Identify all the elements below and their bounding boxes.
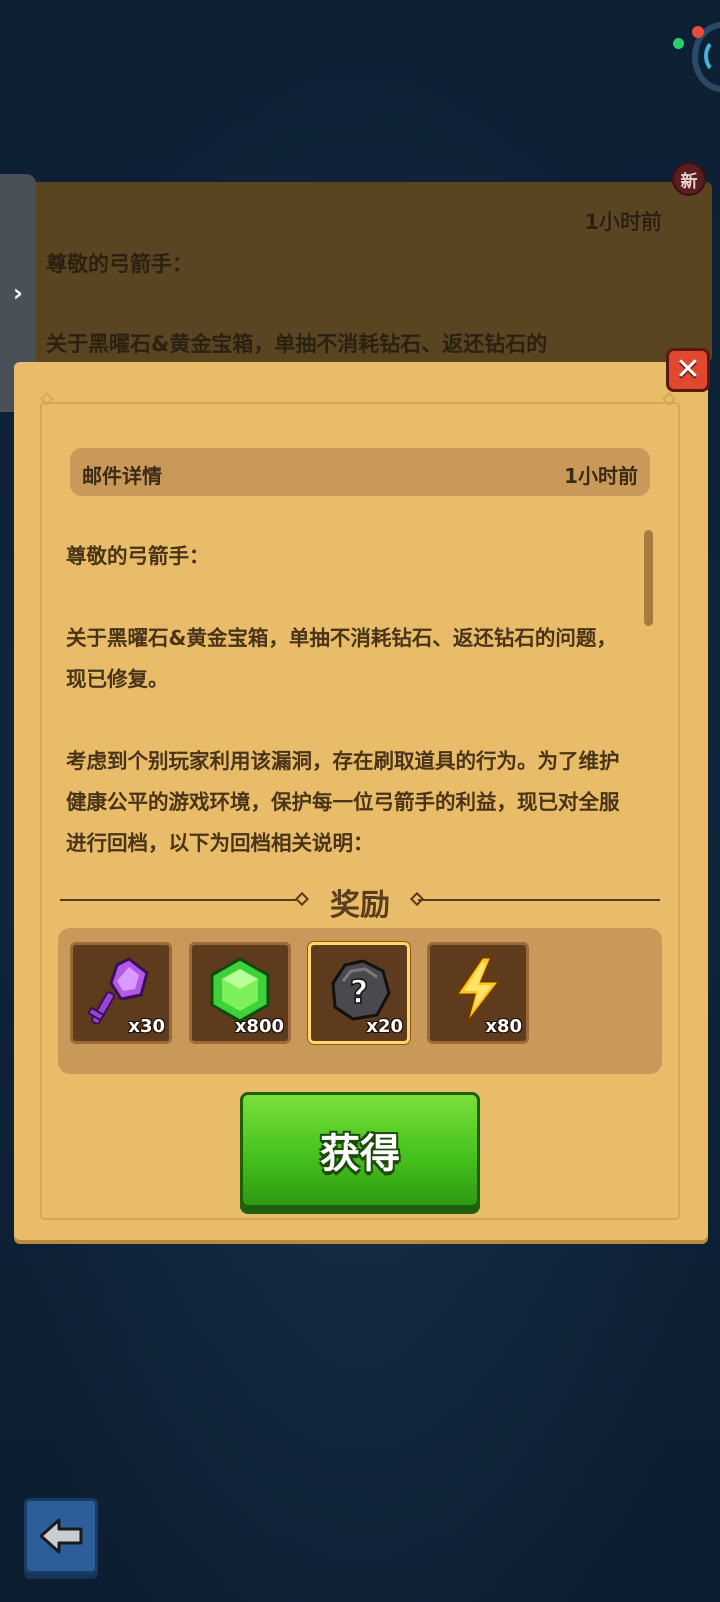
chevron-right-icon: › [13, 279, 23, 307]
back-arrow-icon [39, 1518, 83, 1554]
reward-item-energy[interactable]: x80 [427, 942, 529, 1044]
mail-header-bar: 邮件详情 1小时前 [70, 448, 650, 496]
mail-paragraph: 关于黑曜石&黄金宝箱，单抽不消耗钻石、返还钻石的问题，现已修复。 [66, 626, 617, 691]
back-button[interactable] [24, 1498, 98, 1574]
reward-count: x30 [128, 1016, 165, 1037]
close-button[interactable]: ✕ [666, 348, 710, 392]
background-mail-card[interactable]: 1小时前 尊敬的弓箭手： 关于黑曜石&黄金宝箱，单抽不消耗钻石、返还钻石的 [22, 182, 712, 362]
close-icon: ✕ [675, 352, 701, 387]
background-mail-greeting: 尊敬的弓箭手： [46, 252, 193, 276]
background-mail-time: 1小时前 [584, 210, 662, 234]
mail-scrollbar[interactable] [644, 530, 653, 626]
background-mail-preview: 关于黑曜石&黄金宝箱，单抽不消耗钻石、返还钻石的 [46, 332, 548, 356]
reward-count: x80 [485, 1016, 522, 1037]
rewards-title: 奖励 [330, 888, 390, 923]
reward-item-mystery-stone[interactable]: ? x20 [308, 942, 410, 1044]
mail-paragraph: 考虑到个别玩家利用该漏洞，存在刷取道具的行为。为了维护健康公平的游戏环境，保护每… [66, 749, 620, 855]
reward-item-purple-key[interactable]: x30 [70, 942, 172, 1044]
claim-button[interactable]: 获得 [240, 1092, 480, 1208]
reward-count: x20 [366, 1016, 403, 1037]
mail-header-title: 邮件详情 [82, 464, 162, 488]
mail-paragraph: 尊敬的弓箭手： [66, 544, 210, 568]
status-dot-red [692, 26, 704, 38]
reward-count: x800 [234, 1016, 284, 1037]
status-dot-green [673, 38, 684, 49]
svg-text:?: ? [350, 973, 369, 1011]
reward-item-green-gem[interactable]: x800 [189, 942, 291, 1044]
divider-line [418, 899, 660, 901]
new-mail-badge: 新 [672, 162, 706, 196]
claim-button-label: 获得 [320, 1131, 400, 1177]
divider-line [60, 899, 300, 901]
mail-body-text[interactable]: 尊敬的弓箭手： 关于黑曜石&黄金宝箱，单抽不消耗钻石、返还钻石的问题，现已修复。… [66, 536, 636, 856]
mail-header-time: 1小时前 [564, 464, 638, 488]
